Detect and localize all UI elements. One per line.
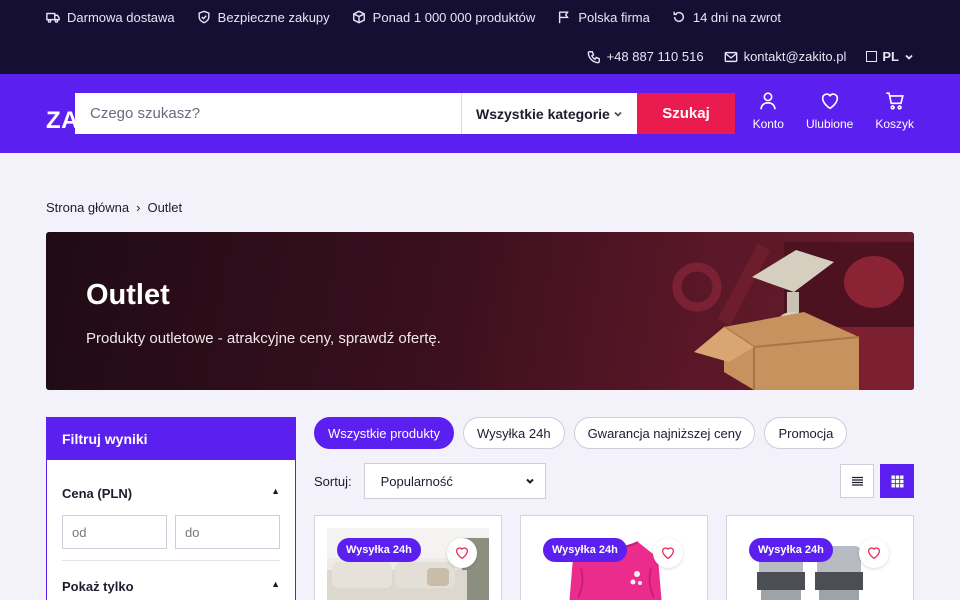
breadcrumb-separator: ›	[136, 200, 141, 215]
heart-icon	[821, 93, 838, 110]
main-header: ZA Wszystkie kategorie Szukaj Konto Ulub…	[0, 74, 960, 153]
perk-label: Darmowa dostawa	[67, 9, 175, 25]
shipping-badge: Wysyłka 24h	[749, 538, 833, 562]
cart-label: Koszyk	[875, 117, 914, 131]
favorites-label: Ulubione	[805, 117, 854, 131]
perk-label: 14 dni na zwrot	[692, 9, 782, 25]
product-card[interactable]: Wysyłka 24h	[314, 515, 502, 600]
perk-secure-shopping: Bezpieczne zakupy	[197, 9, 330, 25]
price-to-input[interactable]	[175, 515, 280, 549]
chevron-down-icon	[525, 478, 534, 484]
banner-illustration	[672, 242, 914, 390]
cart-icon	[885, 92, 904, 110]
contacts: +48 887 110 516 kontakt@zakito.pl PL	[587, 49, 914, 64]
product-card[interactable]: Wysyłka 24h	[726, 515, 914, 600]
price-from-input[interactable]	[62, 515, 167, 549]
show-only-title: Pokaż tylko	[62, 579, 134, 594]
caret-up-icon: ▲	[271, 486, 280, 496]
perk-free-delivery: Darmowa dostawa	[46, 9, 175, 25]
outlet-banner: Outlet Produkty outletowe - atrakcyjne c…	[46, 232, 914, 390]
mail-icon	[724, 51, 737, 62]
price-filter-toggle[interactable]: Cena (PLN) ▲	[62, 486, 280, 501]
list-view-button[interactable]	[840, 464, 874, 498]
breadcrumb-home[interactable]: Strona główna	[46, 200, 129, 215]
language-code: PL	[882, 49, 899, 64]
chip-promotion[interactable]: Promocja	[764, 417, 848, 449]
chevron-down-icon	[905, 54, 913, 60]
language-selector[interactable]: PL	[866, 49, 914, 64]
flag-square-icon	[866, 51, 878, 62]
shipping-badge: Wysyłka 24h	[337, 538, 421, 562]
phone-number: +48 887 110 516	[606, 49, 704, 64]
truck-icon	[46, 12, 60, 23]
sort-control: Sortuj: Popularność	[314, 463, 546, 499]
filter-chips: Wszystkie produkty Wysyłka 24h Gwarancja…	[314, 417, 848, 449]
perk-returns: 14 dni na zwrot	[672, 9, 781, 25]
category-dropdown[interactable]: Wszystkie kategorie	[461, 93, 637, 134]
banner-title: Outlet	[86, 279, 170, 311]
chip-lowest-price[interactable]: Gwarancja najniższej ceny	[573, 417, 756, 449]
user-icon	[760, 92, 776, 110]
perks-list: Darmowa dostawa Bezpieczne zakupy Ponad …	[46, 9, 781, 25]
price-range	[62, 515, 280, 549]
heart-icon	[868, 547, 880, 560]
price-filter-section: Cena (PLN) ▲ Pokaż tylko ▲	[47, 486, 295, 594]
search-button[interactable]: Szukaj	[637, 93, 735, 134]
box-icon	[352, 10, 365, 24]
heart-icon	[662, 547, 674, 560]
chip-shipping-24h[interactable]: Wysyłka 24h	[462, 417, 565, 449]
perk-label: Ponad 1 000 000 produktów	[372, 9, 536, 25]
chevron-down-icon	[614, 111, 622, 117]
account-button[interactable]: Konto	[753, 90, 784, 131]
price-filter-title: Cena (PLN)	[62, 486, 133, 501]
search-input[interactable]	[75, 93, 461, 134]
banner-subtitle: Produkty outletowe - atrakcyjne ceny, sp…	[86, 330, 441, 347]
show-only-toggle[interactable]: Pokaż tylko ▲	[62, 579, 280, 594]
phone-icon	[587, 50, 600, 63]
chip-all-products[interactable]: Wszystkie produkty	[314, 417, 454, 449]
sort-label: Sortuj:	[314, 473, 352, 489]
grid-view-button[interactable]	[880, 464, 914, 498]
perk-label: Polska firma	[578, 9, 650, 25]
sort-value: Popularność	[380, 473, 453, 489]
view-toggle	[840, 464, 914, 498]
return-icon	[673, 11, 684, 23]
email-link[interactable]: kontakt@zakito.pl	[724, 49, 847, 64]
cart-button[interactable]: Koszyk	[875, 90, 914, 131]
category-label: Wszystkie kategorie	[476, 105, 610, 122]
grid-icon	[891, 475, 903, 487]
phone-link[interactable]: +48 887 110 516	[587, 49, 704, 64]
filter-title: Filtruj wyniki	[47, 418, 295, 460]
breadcrumb-current: Outlet	[147, 200, 183, 215]
email-address: kontakt@zakito.pl	[743, 49, 847, 64]
search-bar: Wszystkie kategorie Szukaj	[75, 93, 735, 134]
add-to-favorites-button[interactable]	[447, 538, 477, 568]
perk-products-count: Ponad 1 000 000 produktów	[352, 9, 536, 25]
sort-select[interactable]: Popularność	[363, 463, 546, 499]
perk-polish-company: Polska firma	[557, 9, 650, 25]
heart-icon	[456, 547, 468, 560]
breadcrumb: Strona główna › Outlet	[46, 200, 182, 215]
caret-up-icon: ▲	[271, 579, 280, 589]
product-card[interactable]: Wysyłka 24h	[520, 515, 708, 600]
filter-panel: Filtruj wyniki Cena (PLN) ▲ Pokaż tylko …	[46, 417, 296, 600]
top-info-bar: Darmowa dostawa Bezpieczne zakupy Ponad …	[0, 0, 960, 74]
account-label: Konto	[752, 117, 784, 131]
divider	[62, 560, 280, 561]
favorites-button[interactable]: Ulubione	[806, 90, 853, 131]
perk-label: Bezpieczne zakupy	[217, 9, 330, 25]
shield-icon	[198, 10, 210, 24]
add-to-favorites-button[interactable]	[653, 538, 683, 568]
header-actions: Konto Ulubione Koszyk	[753, 90, 914, 131]
list-icon	[851, 476, 863, 486]
flag-icon	[559, 11, 570, 24]
shipping-badge: Wysyłka 24h	[543, 538, 627, 562]
add-to-favorites-button[interactable]	[859, 538, 889, 568]
